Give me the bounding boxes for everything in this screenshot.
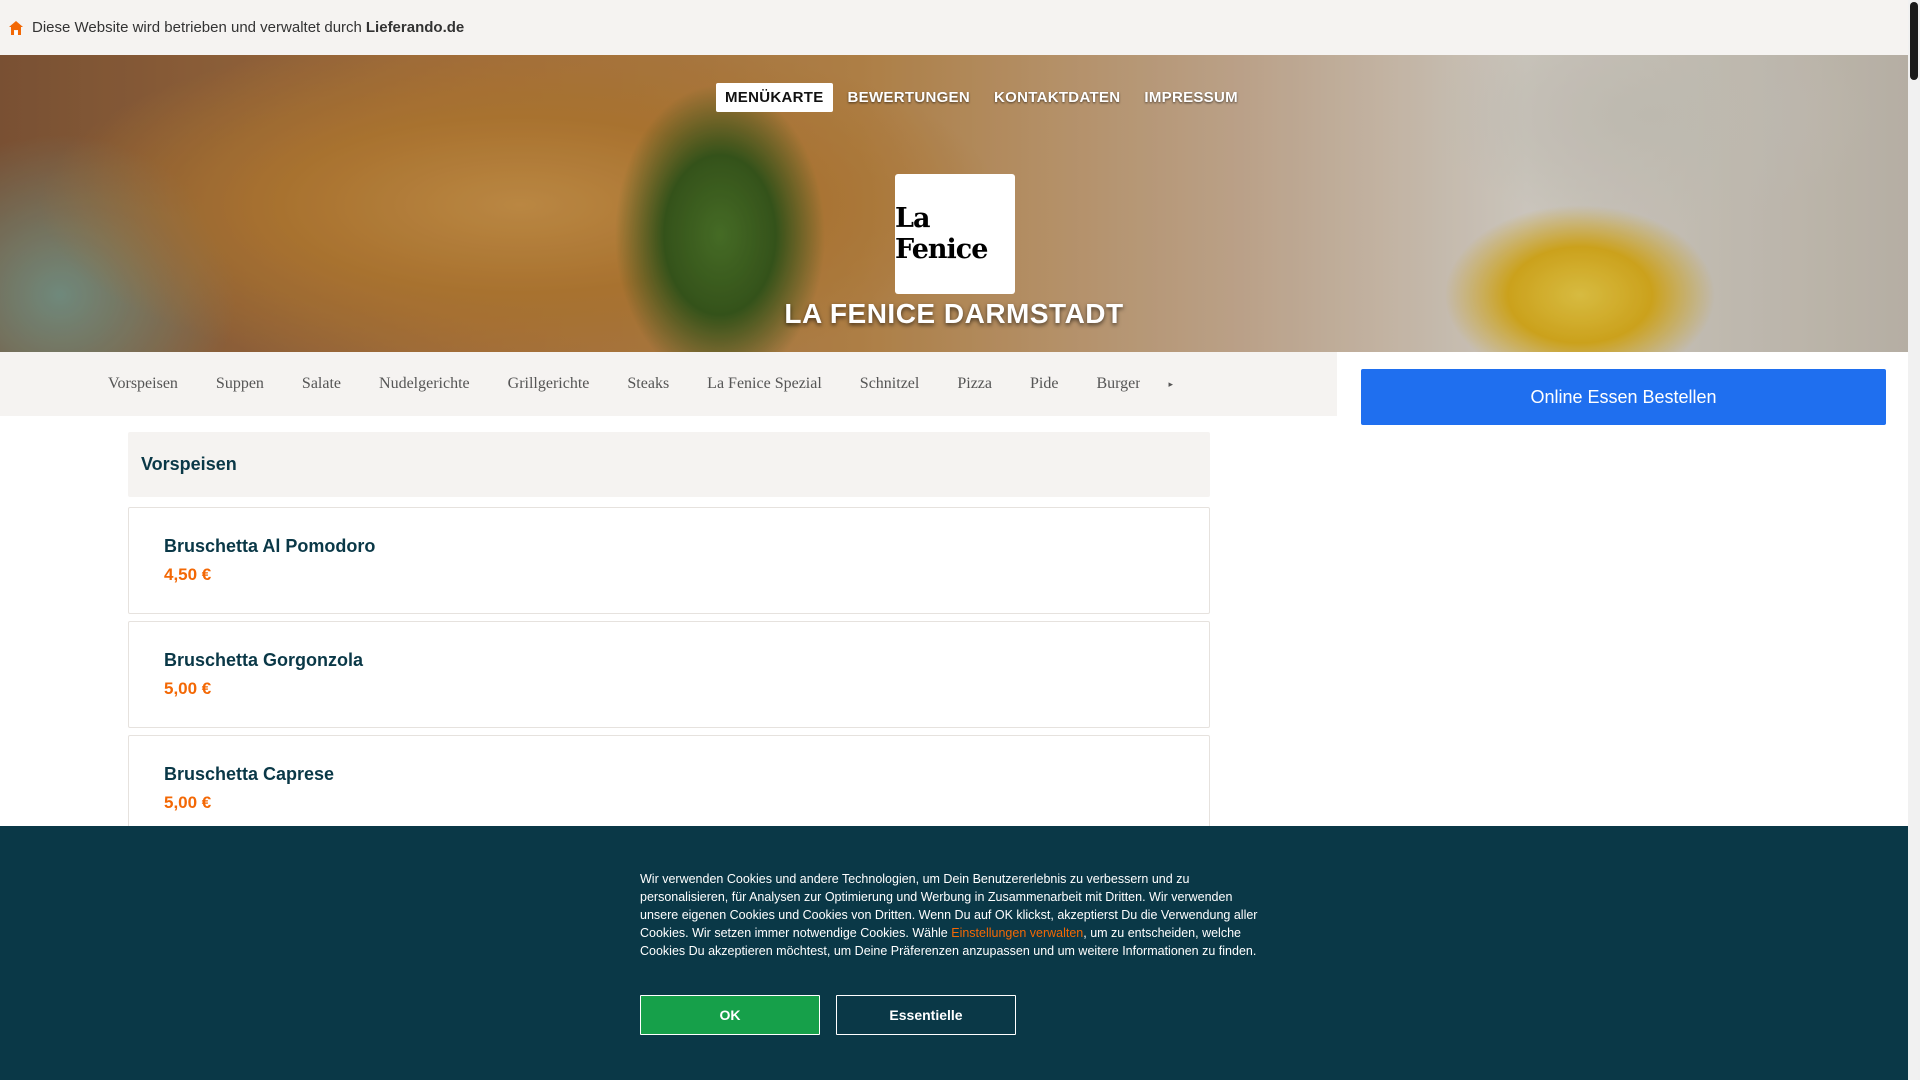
operator-bar: Diese Website wird betrieben und verwalt… — [0, 0, 1908, 55]
category-grillgerichte[interactable]: Grillgerichte — [508, 375, 590, 393]
menu-item-price: 5,00 € — [164, 679, 212, 698]
operator-brand-link[interactable]: Lieferando.de — [366, 19, 464, 36]
menu-item-name: Bruschetta Gorgonzola — [164, 650, 364, 670]
scrollbar-thumb[interactable] — [1910, 2, 1918, 80]
restaurant-logo: La Fenice — [895, 174, 1015, 294]
home-icon — [8, 20, 24, 36]
menu-item-name: Bruschetta Al Pomodoro — [164, 536, 376, 556]
hero-banner: MENÜKARTE BEWERTUNGEN KONTAKTDATEN IMPRE… — [0, 55, 1908, 352]
cookie-essential-button[interactable]: Essentielle — [836, 995, 1016, 1035]
category-suppen[interactable]: Suppen — [216, 375, 264, 393]
menu-item-price: 5,00 € — [164, 793, 212, 812]
chevron-right-icon[interactable]: ▸ — [1168, 379, 1173, 390]
operator-text: Diese Website wird betrieben und verwalt… — [32, 19, 362, 36]
menu-item-name: Bruschetta Caprese — [164, 764, 335, 784]
cookie-ok-button[interactable]: OK — [640, 995, 820, 1035]
category-pide[interactable]: Pide — [1030, 375, 1058, 393]
category-burger[interactable]: Burger — [1096, 375, 1140, 393]
menu-item-price: 4,50 € — [164, 565, 212, 584]
logo-text: La Fenice — [895, 203, 988, 265]
order-online-button[interactable]: Online Essen Bestellen — [1361, 369, 1886, 425]
category-steaks[interactable]: Steaks — [627, 375, 669, 393]
menu-item[interactable]: Bruschetta Al Pomodoro 4,50 € — [128, 507, 1210, 614]
nav-bewertungen[interactable]: BEWERTUNGEN — [839, 83, 979, 112]
menu-item[interactable]: Bruschetta Gorgonzola 5,00 € — [128, 621, 1210, 728]
category-list: Vorspeisen Suppen Salate Nudelgerichte G… — [108, 352, 1173, 416]
category-schnitzel[interactable]: Schnitzel — [860, 375, 920, 393]
nav-impressum[interactable]: IMPRESSUM — [1135, 83, 1247, 112]
section-title: Vorspeisen — [128, 432, 1210, 497]
nav-kontaktdaten[interactable]: KONTAKTDATEN — [985, 83, 1129, 112]
scrollbar[interactable] — [1908, 0, 1920, 1080]
restaurant-title: LA FENICE DARMSTADT — [784, 298, 1124, 329]
main-nav: MENÜKARTE BEWERTUNGEN KONTAKTDATEN IMPRE… — [716, 83, 1247, 112]
category-bar: Vorspeisen Suppen Salate Nudelgerichte G… — [0, 352, 1337, 416]
category-pizza[interactable]: Pizza — [957, 375, 992, 393]
category-vorspeisen[interactable]: Vorspeisen — [108, 375, 178, 393]
category-la-fenice-spezial[interactable]: La Fenice Spezial — [707, 375, 822, 393]
cookie-text: Wir verwenden Cookies und andere Technol… — [640, 870, 1272, 960]
cookie-settings-link[interactable]: Einstellungen verwalten — [951, 926, 1083, 940]
category-salate[interactable]: Salate — [302, 375, 341, 393]
category-nudelgerichte[interactable]: Nudelgerichte — [379, 375, 470, 393]
cookie-banner: Wir verwenden Cookies und andere Technol… — [0, 826, 1908, 1080]
nav-menukarte[interactable]: MENÜKARTE — [716, 83, 833, 112]
